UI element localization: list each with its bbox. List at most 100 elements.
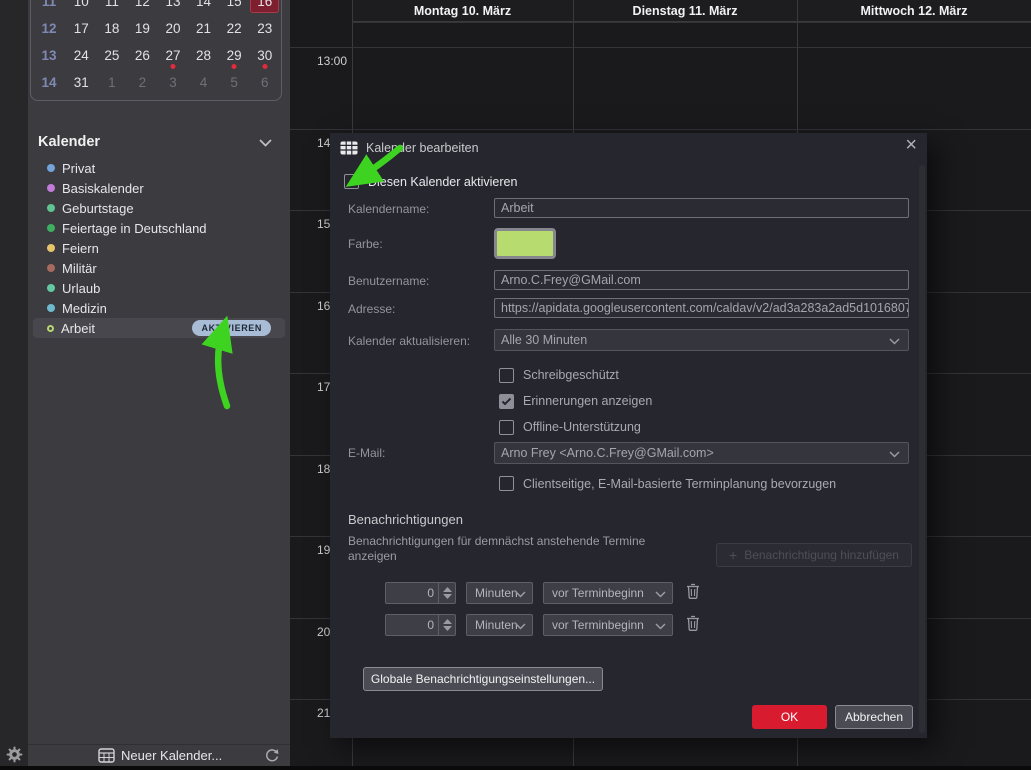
plus-icon: +	[729, 547, 737, 563]
calendar-list-item[interactable]: Urlaub	[33, 278, 285, 298]
mini-calendar-day[interactable]: 2	[127, 69, 158, 96]
calendar-name-input[interactable]: Arbeit	[494, 198, 909, 218]
calendar-name-label: Medizin	[62, 301, 107, 316]
mini-calendar-day[interactable]: 26	[127, 42, 158, 69]
cancel-button[interactable]: Abbrechen	[835, 705, 913, 729]
trash-icon[interactable]	[686, 615, 700, 636]
dialog-scrollbar[interactable]	[919, 165, 925, 733]
client-scheduling-label: Clientseitige, E-Mail-basierte Terminpla…	[523, 477, 836, 491]
mini-calendar-day[interactable]: 13	[158, 0, 189, 15]
calendar-list-item[interactable]: Geburtstage	[33, 198, 285, 218]
mini-calendar-day[interactable]: 29	[219, 42, 250, 69]
mini-calendar-day[interactable]: 20	[158, 15, 189, 42]
client-scheduling-checkbox-row[interactable]: Clientseitige, E-Mail-basierte Terminpla…	[499, 476, 836, 491]
mini-calendar-day[interactable]: 11	[97, 0, 128, 15]
address-label: Adresse:	[348, 302, 395, 316]
calendar-name-label: Urlaub	[62, 281, 100, 296]
mini-calendar-day[interactable]: 14	[188, 0, 219, 15]
client-scheduling-checkbox[interactable]	[499, 476, 514, 491]
mini-calendar-day-selected[interactable]: 16	[250, 0, 279, 13]
refresh-interval-select[interactable]: Alle 30 Minuten	[494, 329, 909, 351]
email-select[interactable]: Arno Frey <Arno.C.Frey@GMail.com>	[494, 442, 909, 464]
stepper-arrows-icon[interactable]	[438, 583, 455, 603]
calendar-options: SchreibgeschütztErinnerungen anzeigenOff…	[499, 362, 652, 440]
mini-calendar-day[interactable]: 23	[249, 15, 280, 42]
dialog-titlebar: Kalender bearbeiten ×	[330, 133, 927, 163]
mini-calendar-day[interactable]: 24	[66, 42, 97, 69]
stepper-arrows-icon[interactable]	[438, 615, 455, 635]
app-window: Montag 10. MärzDienstag 11. MärzMittwoch…	[0, 0, 1031, 770]
calendar-list-item[interactable]: Feiern	[33, 238, 285, 258]
mini-calendar-day[interactable]: 6	[249, 69, 280, 96]
calendar-list-item[interactable]: Medizin	[33, 298, 285, 318]
table-calendar-icon	[340, 141, 358, 155]
mini-calendar-day[interactable]: 25	[97, 42, 128, 69]
notification-value-stepper[interactable]: 0	[385, 582, 456, 604]
mini-calendar-day[interactable]: 12	[127, 0, 158, 15]
checkbox-unchecked[interactable]	[499, 420, 514, 435]
unit-select[interactable]: Minuten	[466, 582, 533, 604]
mini-calendar-day[interactable]: 21	[188, 15, 219, 42]
notification-value-stepper[interactable]: 0	[385, 614, 456, 636]
sidebar-footer: Neuer Kalender...	[28, 744, 290, 767]
mini-calendar-day[interactable]: 28	[188, 42, 219, 69]
checkbox-checked[interactable]	[499, 394, 514, 409]
gear-icon[interactable]	[6, 746, 23, 768]
mini-calendar-day[interactable]: 30	[249, 42, 280, 69]
day-header: Mittwoch 12. März	[797, 0, 1031, 22]
mini-calendar-day[interactable]: 31	[66, 69, 97, 96]
left-toolbar-strip	[0, 0, 28, 770]
relation-select[interactable]: vor Terminbeginn	[543, 614, 673, 636]
dialog-title: Kalender bearbeiten	[366, 141, 479, 155]
mini-calendar-day[interactable]: 18	[97, 15, 128, 42]
calendar-name-label: Feiertage in Deutschland	[62, 221, 207, 236]
mini-calendar-day[interactable]: 22	[219, 15, 250, 42]
new-calendar-button[interactable]: Neuer Kalender...	[98, 748, 222, 763]
new-calendar-label: Neuer Kalender...	[121, 748, 222, 763]
calendar-name-label: Feiern	[62, 241, 99, 256]
unit-select[interactable]: Minuten	[466, 614, 533, 636]
mini-calendar-day[interactable]: 27	[158, 42, 189, 69]
ok-button[interactable]: OK	[752, 705, 827, 729]
option-checkbox-row[interactable]: Offline-Unterstützung	[499, 414, 652, 440]
edit-calendar-dialog: Kalender bearbeiten × Diesen Kalender ak…	[330, 133, 927, 738]
chevron-down-icon[interactable]	[259, 139, 272, 147]
trash-icon[interactable]	[686, 583, 700, 604]
add-notification-button[interactable]: + Benachrichtigung hinzufügen	[716, 543, 912, 567]
activate-calendar-button[interactable]: AKTIVIEREN	[192, 320, 271, 336]
calendar-color-dot-icon	[47, 184, 55, 192]
relation-select[interactable]: vor Terminbeginn	[543, 582, 673, 604]
option-checkbox-row[interactable]: Schreibgeschützt	[499, 362, 652, 388]
mini-calendar-day[interactable]: 19	[127, 15, 158, 42]
mini-calendar-day[interactable]: 5	[219, 69, 250, 96]
option-checkbox-row[interactable]: Erinnerungen anzeigen	[499, 388, 652, 414]
mini-calendar-day[interactable]: 15	[219, 0, 250, 15]
mini-calendar-day[interactable]: 3	[158, 69, 189, 96]
mini-calendar: 1110111213141516121718192021222313242526…	[30, 0, 282, 101]
enable-calendar-checkbox-row[interactable]: Diesen Kalender aktivieren	[344, 174, 517, 189]
enable-calendar-checkbox[interactable]	[344, 174, 359, 189]
global-notification-settings-button[interactable]: Globale Benachrichtigungseinstellungen..…	[363, 667, 603, 691]
calendar-list-item[interactable]: Privat	[33, 158, 285, 178]
mini-calendar-day[interactable]: 1	[97, 69, 128, 96]
color-swatch[interactable]	[494, 228, 556, 259]
checkbox-unchecked[interactable]	[499, 368, 514, 383]
mini-calendar-day[interactable]: 17	[66, 15, 97, 42]
mini-calendar-day[interactable]: 10	[66, 0, 97, 15]
calendar-list-item[interactable]: Militär	[33, 258, 285, 278]
stepper-value[interactable]: 0	[386, 615, 438, 635]
calendar-list-item[interactable]: Feiertage in Deutschland	[33, 218, 285, 238]
calendar-list-item[interactable]: ArbeitAKTIVIEREN	[33, 318, 285, 338]
calendar-list-item[interactable]: Basiskalender	[33, 178, 285, 198]
calendar-color-dot-icon	[47, 264, 55, 272]
chevron-down-icon	[889, 338, 900, 345]
username-input[interactable]: Arno.C.Frey@GMail.com	[494, 270, 909, 290]
close-icon[interactable]: ×	[905, 134, 917, 157]
color-label: Farbe:	[348, 237, 383, 251]
week-number: 14	[32, 69, 66, 96]
mini-calendar-row: 1431123456	[32, 69, 280, 96]
mini-calendar-day[interactable]: 4	[188, 69, 219, 96]
week-number: 12	[32, 15, 66, 42]
stepper-value[interactable]: 0	[386, 583, 438, 603]
address-input[interactable]: https://apidata.googleusercontent.com/ca…	[494, 298, 909, 318]
